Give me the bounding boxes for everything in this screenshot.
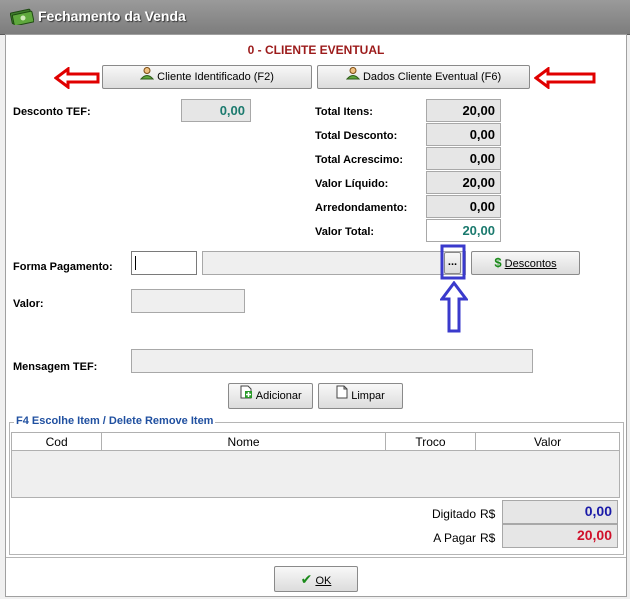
title-bar[interactable]: Fechamento da Venda (0, 0, 630, 35)
client-panel: 0 - CLIENTE EVENTUAL Cliente Identificad… (6, 35, 626, 98)
items-group-title: F4 Escolhe Item / Delete Remove Item (14, 415, 216, 427)
limpar-label: Limpar (351, 390, 385, 402)
digitado-currency: R$ (480, 507, 496, 521)
descontos-button[interactable]: $ Descontos (471, 251, 580, 275)
arredondamento-label: Arredondamento: (315, 202, 408, 214)
ok-label: OK (315, 575, 332, 587)
valor-label: Valor: (13, 298, 44, 310)
total-itens-label: Total Itens: (315, 106, 373, 118)
mensagem-tef-input[interactable] (131, 349, 533, 373)
user-icon (345, 66, 360, 88)
adicionar-label: Adicionar (255, 390, 302, 402)
window-title: Fechamento da Venda (38, 8, 186, 24)
column-header-cod[interactable]: Cod (10, 432, 103, 451)
add-document-icon (239, 384, 253, 408)
valor-liquido-value[interactable]: 20,00 (426, 171, 501, 194)
valor-liquido-label: Valor Líquido: (315, 178, 389, 190)
ok-button[interactable]: ✔ OK (274, 566, 358, 592)
user-icon (139, 66, 155, 88)
checkmark-icon: ✔ (300, 571, 313, 587)
desconto-tef-value[interactable]: 0,00 (181, 99, 251, 122)
payment-panel: Forma Pagamento: ... $ Descontos Valor: … (6, 243, 626, 419)
red-arrow-right-icon (533, 66, 596, 92)
mensagem-tef-label: Mensagem TEF: (13, 361, 98, 373)
cliente-identificado-button[interactable]: Cliente Identificado (F2) (102, 65, 312, 89)
dados-cliente-eventual-label: Dados Cliente Eventual (F6) (362, 71, 502, 83)
descontos-label: Descontos (504, 258, 557, 270)
footer-divider (6, 557, 626, 558)
column-header-valor[interactable]: Valor (475, 432, 620, 451)
valor-total-value[interactable]: 20,00 (426, 219, 501, 242)
cliente-identificado-label: Cliente Identificado (F2) (157, 71, 274, 83)
blank-document-icon (336, 384, 348, 408)
forma-pagamento-desc-input[interactable] (202, 251, 466, 275)
column-header-troco[interactable]: Troco (384, 432, 477, 451)
client-name: 0 - CLIENTE EVENTUAL (247, 43, 385, 57)
blue-arrow-up-icon (439, 280, 469, 338)
dollar-icon: $ (494, 255, 502, 270)
total-desconto-label: Total Desconto: (315, 130, 398, 142)
digitado-label: Digitado (431, 507, 476, 521)
items-table-header: Cod Nome Troco Valor (10, 432, 620, 451)
desconto-tef-label: Desconto TEF: (13, 106, 91, 118)
limpar-button[interactable]: Limpar (318, 383, 403, 409)
red-arrow-left-icon (53, 66, 100, 92)
total-acrescimo-label: Total Acrescimo: (315, 154, 404, 166)
total-desconto-value[interactable]: 0,00 (426, 123, 501, 146)
forma-pagamento-label: Forma Pagamento: (13, 261, 113, 273)
arredondamento-value[interactable]: 0,00 (426, 195, 501, 218)
apagar-label: A Pagar (433, 531, 476, 545)
dialog-body: 0 - CLIENTE EVENTUAL Cliente Identificad… (5, 34, 627, 597)
digitado-value[interactable]: 0,00 (502, 500, 618, 524)
forma-pagamento-code-input[interactable] (131, 251, 197, 275)
total-acrescimo-value[interactable]: 0,00 (426, 147, 501, 170)
adicionar-button[interactable]: Adicionar (228, 383, 313, 409)
total-itens-value[interactable]: 20,00 (426, 99, 501, 122)
dialog-window: Fechamento da Venda 0 - CLIENTE EVENTUAL… (0, 0, 630, 599)
valor-input[interactable] (131, 289, 245, 313)
items-table: Cod Nome Troco Valor (10, 432, 620, 451)
text-cursor (135, 256, 136, 270)
dados-cliente-eventual-button[interactable]: Dados Cliente Eventual (F6) (317, 65, 530, 89)
items-table-body[interactable] (11, 451, 620, 498)
totals-panel: Desconto TEF: 0,00 Total Itens: 20,00 To… (6, 97, 626, 244)
apagar-value[interactable]: 20,00 (502, 524, 618, 548)
valor-total-label: Valor Total: (315, 226, 375, 238)
blue-highlight-box (440, 244, 466, 283)
column-header-nome[interactable]: Nome (101, 432, 386, 451)
apagar-currency: R$ (480, 531, 496, 545)
money-icon (9, 7, 35, 28)
